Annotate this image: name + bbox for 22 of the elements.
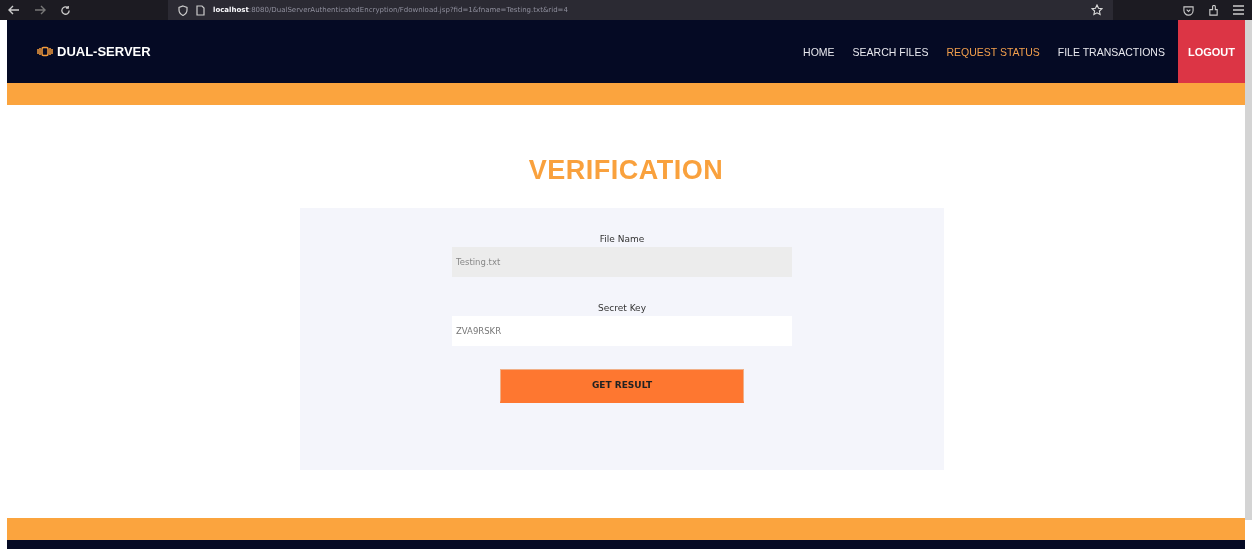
field-label: Secret Key (598, 303, 646, 313)
page-title: VERIFICATION (527, 155, 725, 186)
field-label: File Name (599, 234, 645, 244)
scrollbar[interactable] (1245, 20, 1252, 520)
nav-link[interactable]: HOME (794, 20, 844, 83)
page-icon (196, 4, 205, 16)
nav-link[interactable]: REQUEST STATUS (937, 20, 1049, 83)
reload-icon[interactable] (60, 4, 71, 16)
extensions-icon[interactable] (1208, 4, 1219, 16)
menu-icon[interactable] (1233, 5, 1244, 15)
input-field[interactable]: ZVA9RSKR (452, 316, 792, 346)
get-result-button[interactable]: GET RESULT (500, 369, 744, 403)
logo-icon (37, 46, 53, 57)
brand-name: DUAL-SERVER (57, 44, 151, 59)
nav-link[interactable]: SEARCH FILES (843, 20, 938, 83)
logout-button[interactable]: LOGOUT (1177, 20, 1245, 83)
star-icon[interactable] (1091, 4, 1103, 16)
back-icon[interactable] (8, 5, 20, 15)
forward-icon[interactable] (34, 5, 46, 15)
pocket-icon[interactable] (1183, 4, 1194, 16)
nav-link[interactable]: FILE TRANSACTIONS (1048, 20, 1174, 83)
shield-icon (178, 4, 188, 16)
